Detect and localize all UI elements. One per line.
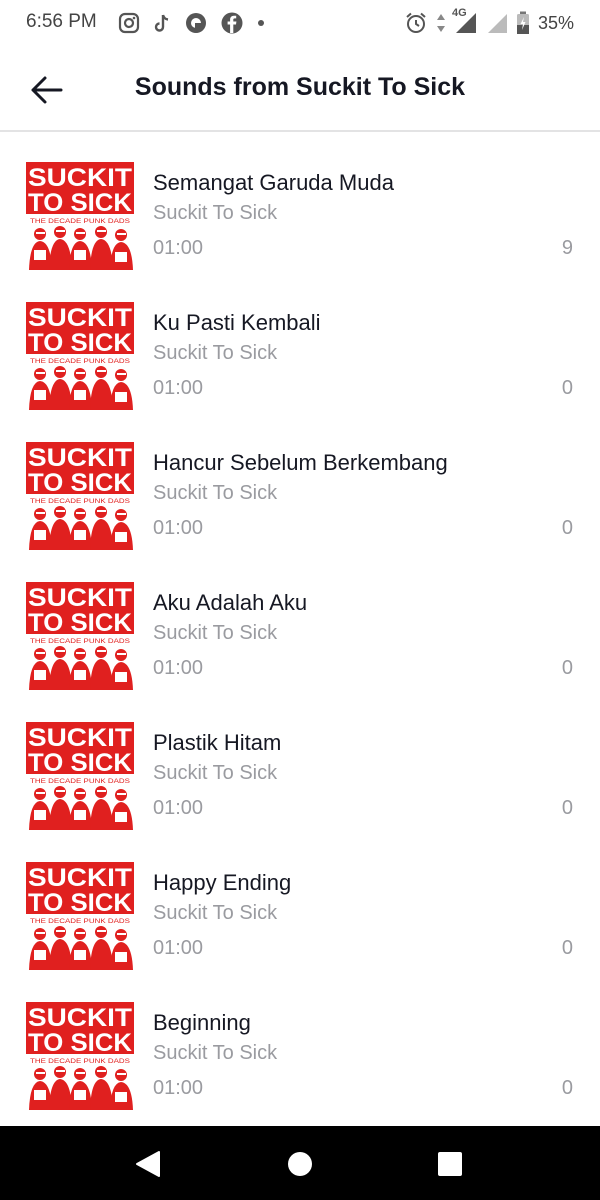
sound-row[interactable]: SUCKIT TO SICK THE DECADE PUNK DADS Plasti… (0, 700, 600, 840)
video-count: 0 (561, 657, 573, 679)
sound-row[interactable]: SUCKIT TO SICK THE DECADE PUNK DADS Ku Pas… (0, 280, 600, 420)
svg-text:SUCKIT: SUCKIT (28, 1004, 132, 1032)
svg-text:TO SICK: TO SICK (28, 329, 132, 357)
song-artist: Suckit To Sick (153, 482, 278, 504)
album-cover[interactable]: SUCKIT TO SICK THE DECADE PUNK DADS (26, 302, 134, 410)
song-artist: Suckit To Sick (153, 762, 278, 784)
video-count: 9 (561, 237, 573, 259)
home-circle-icon (287, 1151, 313, 1177)
system-nav-bar (0, 1126, 600, 1200)
song-duration: 01:00 (153, 237, 204, 259)
recents-square-icon (437, 1151, 463, 1177)
album-cover[interactable]: SUCKIT TO SICK THE DECADE PUNK DADS (26, 442, 134, 550)
video-count: 0 (561, 1077, 573, 1099)
album-cover[interactable]: SUCKIT TO SICK THE DECADE PUNK DADS (26, 722, 134, 830)
status-time: 6:56 PM (26, 11, 97, 32)
song-duration: 01:00 (153, 937, 204, 959)
svg-text:SUCKIT: SUCKIT (28, 864, 132, 892)
nav-recents-button[interactable] (428, 1142, 472, 1186)
system-icons: 4G 35% (404, 7, 574, 36)
song-duration: 01:00 (153, 797, 204, 819)
song-title: Ku Pasti Kembali (153, 310, 321, 335)
nav-back-button[interactable] (126, 1142, 170, 1186)
sound-row[interactable]: SUCKIT TO SICK THE DECADE PUNK DADS Happy … (0, 840, 600, 980)
svg-text:TO SICK: TO SICK (28, 189, 132, 217)
song-title: Plastik Hitam (153, 730, 282, 755)
svg-text:SUCKIT: SUCKIT (28, 724, 132, 752)
song-duration: 01:00 (153, 517, 204, 539)
song-title: Beginning (153, 1010, 251, 1035)
cover-art-image: SUCKITTO SICK THE DECADE PUNK DADS (26, 302, 134, 410)
svg-text:TO SICK: TO SICK (28, 609, 132, 637)
song-title: Happy Ending (153, 870, 292, 895)
song-title: Semangat Garuda Muda (153, 170, 394, 195)
sound-list: SUCKIT TO SICK THE DECADE PUNK DADS Semang… (0, 140, 600, 1120)
cover-art-image: SUCKITTO SICK THE DECADE PUNK DADS (26, 722, 134, 830)
svg-text:THE DECADE PUNK DADS: THE DECADE PUNK DADS (30, 919, 130, 925)
svg-text:THE DECADE PUNK DADS: THE DECADE PUNK DADS (30, 779, 130, 785)
battery-icon (516, 11, 530, 35)
song-title: Hancur Sebelum Berkembang (153, 450, 448, 475)
svg-text:TO SICK: TO SICK (28, 889, 132, 917)
svg-text:SUCKIT: SUCKIT (28, 304, 132, 332)
album-cover[interactable]: SUCKIT TO SICK THE DECADE PUNK DADS (26, 582, 134, 690)
page-title: Sounds from Suckit To Sick (134, 73, 466, 101)
song-artist: Suckit To Sick (153, 902, 278, 924)
sound-row[interactable]: SUCKIT TO SICK THE DECADE PUNK DADS Hancur… (0, 420, 600, 560)
instagram-icon (118, 12, 140, 34)
song-artist: Suckit To Sick (153, 1042, 278, 1064)
video-count: 0 (561, 517, 573, 539)
notification-icons (118, 10, 266, 36)
svg-text:THE DECADE PUNK DADS: THE DECADE PUNK DADS (30, 499, 130, 505)
cover-art-image: SUCKITTO SICK THE DECADE PUNK DADS (26, 582, 134, 690)
song-duration: 01:00 (153, 377, 204, 399)
signal-icon: 4G (452, 7, 478, 35)
sound-row[interactable]: SUCKIT TO SICK THE DECADE PUNK DADS Aku Ad… (0, 560, 600, 700)
svg-text:TO SICK: TO SICK (28, 1029, 132, 1057)
svg-text:THE DECADE PUNK DADS: THE DECADE PUNK DADS (30, 359, 130, 365)
svg-text:SUCKIT: SUCKIT (28, 444, 132, 472)
sound-row[interactable]: SUCKIT TO SICK THE DECADE PUNK DADS Semang… (0, 140, 600, 280)
nav-home-button[interactable] (278, 1142, 322, 1186)
svg-text:TO SICK: TO SICK (28, 469, 132, 497)
cover-art-image: SUCKITTO SICK THE DECADE PUNK DADS (26, 162, 134, 270)
status-bar: 6:56 PM 4G 35% (0, 0, 600, 48)
svg-text:SUCKIT: SUCKIT (28, 584, 132, 612)
app-circle-icon (184, 11, 208, 35)
album-cover[interactable]: SUCKIT TO SICK THE DECADE PUNK DADS (26, 862, 134, 970)
song-artist: Suckit To Sick (153, 342, 278, 364)
song-duration: 01:00 (153, 1077, 204, 1099)
alarm-icon (404, 11, 428, 35)
album-cover[interactable]: SUCKIT TO SICK THE DECADE PUNK DADS (26, 162, 134, 270)
dot-icon (256, 18, 266, 28)
song-title: Aku Adalah Aku (153, 590, 308, 615)
tiktok-icon (152, 12, 172, 34)
sound-row[interactable]: SUCKIT TO SICK THE DECADE PUNK DADS Beginn… (0, 980, 600, 1120)
svg-text:THE DECADE PUNK DADS: THE DECADE PUNK DADS (30, 1059, 130, 1065)
facebook-icon (220, 11, 244, 35)
svg-text:THE DECADE PUNK DADS: THE DECADE PUNK DADS (30, 639, 130, 645)
cover-art-image: SUCKITTO SICK THE DECADE PUNK DADS (26, 1002, 134, 1110)
video-count: 0 (561, 797, 573, 819)
cover-art-image: SUCKITTO SICK THE DECADE PUNK DADS (26, 442, 134, 550)
song-duration: 01:00 (153, 657, 204, 679)
signal-empty-icon (486, 12, 508, 34)
page-header: Sounds from Suckit To Sick (0, 48, 600, 132)
battery-percent: 35% (537, 12, 574, 33)
song-artist: Suckit To Sick (153, 622, 278, 644)
video-count: 0 (561, 937, 573, 959)
svg-text:THE DECADE PUNK DADS: THE DECADE PUNK DADS (30, 219, 130, 225)
song-artist: Suckit To Sick (153, 202, 278, 224)
back-triangle-icon (135, 1150, 161, 1178)
data-arrows-icon (436, 12, 446, 34)
svg-text:TO SICK: TO SICK (28, 749, 132, 777)
svg-text:SUCKIT: SUCKIT (28, 164, 132, 192)
cover-art-image: SUCKITTO SICK THE DECADE PUNK DADS (26, 862, 134, 970)
album-cover[interactable]: SUCKIT TO SICK THE DECADE PUNK DADS (26, 1002, 134, 1110)
network-type: 4G (451, 7, 467, 19)
video-count: 0 (561, 377, 573, 399)
